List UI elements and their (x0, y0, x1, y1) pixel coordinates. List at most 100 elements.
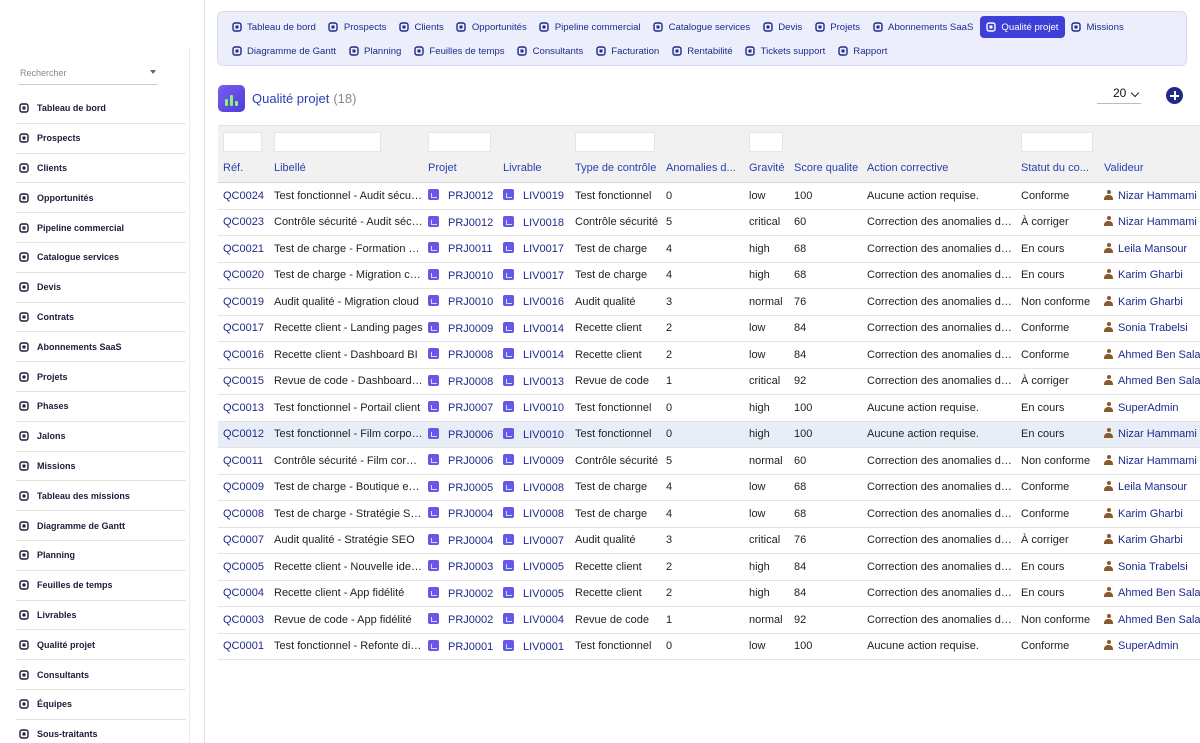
column-header[interactable]: Action corrective (862, 153, 1016, 183)
livrable-link[interactable]: LIV0014 (503, 321, 564, 335)
projet-link[interactable]: PRJ0006 (428, 454, 493, 467)
sidebar-item-gantt[interactable]: Diagramme de Gantt (16, 511, 186, 541)
projet-link[interactable]: PRJ0002 (428, 586, 493, 600)
column-header[interactable]: Anomalies d... (661, 153, 744, 183)
valideur-link[interactable]: Nizar Hammami (1104, 428, 1197, 440)
ref-link[interactable]: QC0016 (223, 349, 264, 361)
livrable-link[interactable]: LIV0013 (503, 374, 564, 388)
table-row[interactable]: QC0011 Contrôle sécurité - Film corporate… (218, 447, 1200, 475)
projet-link[interactable]: PRJ0012 (428, 189, 493, 202)
nav-item-pie-chart[interactable]: Rapport (832, 40, 894, 62)
projet-link[interactable]: PRJ0006 (428, 427, 493, 441)
ref-link[interactable]: QC0005 (223, 561, 264, 573)
nav-item-invoice[interactable]: Facturation (590, 40, 666, 62)
nav-item-file[interactable]: Devis (757, 16, 809, 38)
caret-down-icon[interactable] (150, 70, 156, 74)
sidebar-item-id-card[interactable]: Clients (16, 154, 186, 184)
projet-link[interactable]: PRJ0004 (428, 533, 493, 547)
nav-item-calendar[interactable]: Planning (343, 40, 408, 62)
sidebar-item-box[interactable]: Livrables (16, 601, 186, 631)
column-header[interactable]: Type de contrôle (570, 153, 661, 183)
projet-link[interactable]: PRJ0010 (428, 295, 493, 308)
column-header[interactable]: Projet (423, 153, 498, 183)
valideur-link[interactable]: Ahmed Ben Salah (1104, 348, 1200, 361)
nav-item-clock[interactable]: Feuilles de temps (408, 40, 511, 62)
sidebar-item-target[interactable]: Opportunités (16, 183, 186, 214)
table-row[interactable]: QC0004 Recette client - App fidélité PRJ00… (218, 580, 1200, 607)
valideur-link[interactable]: SuperAdmin (1104, 640, 1179, 652)
nav-item-list[interactable]: Missions (1065, 16, 1130, 38)
livrable-link[interactable]: LIV0005 (503, 586, 564, 600)
livrable-link[interactable]: LIV0009 (503, 454, 564, 467)
valideur-link[interactable]: Ahmed Ben Salah (1104, 375, 1200, 387)
sidebar-item-dashboard[interactable]: Tableau de bord (16, 94, 186, 124)
ref-link[interactable]: QC0008 (223, 508, 264, 520)
column-header[interactable]: Réf. (218, 153, 269, 183)
ref-link[interactable]: QC0007 (223, 534, 264, 546)
nav-item-lifebuoy[interactable]: Tickets support (740, 40, 833, 62)
sidebar-item-list[interactable]: Missions (16, 452, 186, 482)
sidebar-item-sync[interactable]: Abonnements SaaS (16, 332, 186, 363)
ref-link[interactable]: QC0024 (223, 190, 264, 202)
sidebar-item-flag[interactable]: Jalons (16, 422, 186, 452)
valideur-link[interactable]: SuperAdmin (1104, 401, 1179, 414)
valideur-link[interactable]: Nizar Hammami (1104, 454, 1197, 467)
ref-link[interactable]: QC0001 (223, 640, 264, 652)
projet-link[interactable]: PRJ0001 (428, 639, 493, 653)
projet-link[interactable]: PRJ0003 (428, 560, 493, 573)
sidebar-item-tags[interactable]: Catalogue services (16, 243, 186, 273)
ref-link[interactable]: QC0021 (223, 243, 264, 255)
filter-projet-input[interactable] (428, 131, 491, 152)
sidebar-item-clock[interactable]: Feuilles de temps (16, 571, 186, 601)
projet-link[interactable]: PRJ0012 (428, 215, 493, 229)
table-row[interactable]: QC0013 Test fonctionnel - Portail client P… (218, 394, 1200, 422)
ref-link[interactable]: QC0013 (223, 402, 264, 414)
nav-item-user-plus[interactable]: Prospects (323, 16, 394, 38)
sidebar-item-contract[interactable]: Contrats (16, 303, 186, 333)
table-row[interactable]: QC0016 Recette client - Dashboard BI PRJ00… (218, 341, 1200, 369)
livrable-link[interactable]: LIV0017 (503, 268, 564, 282)
sidebar-item-user[interactable]: Consultants (16, 660, 186, 690)
table-row[interactable]: QC0009 Test de charge - Boutique en ligne… (218, 474, 1200, 501)
sidebar-item-clipboard-check[interactable]: Qualité projet (16, 630, 186, 661)
column-header[interactable]: Gravité (744, 153, 789, 183)
sidebar-item-user-plus[interactable]: Prospects (16, 124, 186, 154)
projet-link[interactable]: PRJ0007 (428, 401, 493, 414)
valideur-link[interactable]: Karim Gharbi (1104, 507, 1183, 520)
table-row[interactable]: QC0005 Recette client - Nouvelle identité… (218, 553, 1200, 581)
sidebar-item-layers[interactable]: Phases (16, 392, 186, 422)
valideur-link[interactable]: Ahmed Ben Salah (1104, 587, 1200, 599)
column-header[interactable]: Livrable (498, 153, 570, 183)
sidebar-item-calendar[interactable]: Planning (16, 541, 186, 571)
livrable-link[interactable]: LIV0005 (503, 560, 564, 573)
table-row[interactable]: QC0017 Recette client - Landing pages PRJ0… (218, 315, 1200, 342)
livrable-link[interactable]: LIV0004 (503, 613, 564, 626)
livrable-link[interactable]: LIV0001 (503, 639, 564, 653)
nav-item-id-card[interactable]: Clients (393, 16, 450, 38)
sidebar-item-board[interactable]: Tableau des missions (16, 481, 186, 512)
filter-ref-input[interactable] (223, 131, 262, 152)
valideur-link[interactable]: Karim Gharbi (1104, 269, 1183, 281)
sidebar-item-users[interactable]: Équipes (16, 690, 186, 720)
livrable-link[interactable]: LIV0016 (503, 295, 564, 308)
table-row[interactable]: QC0007 Audit qualité - Stratégie SEO PRJ00… (218, 527, 1200, 554)
table-row[interactable]: QC0023 Contrôle sécurité - Audit sécurité… (218, 209, 1200, 236)
column-header[interactable]: Statut du co... (1016, 153, 1099, 183)
valideur-link[interactable]: Sonia Trabelsi (1104, 560, 1188, 573)
projet-link[interactable]: PRJ0008 (428, 348, 493, 361)
ref-link[interactable]: QC0020 (223, 269, 264, 281)
livrable-link[interactable]: LIV0010 (503, 427, 564, 441)
projet-link[interactable]: PRJ0011 (428, 242, 492, 255)
valideur-link[interactable]: Nizar Hammami (1104, 216, 1197, 228)
projet-link[interactable]: PRJ0008 (428, 374, 493, 388)
valideur-link[interactable]: Ahmed Ben Salah (1104, 613, 1200, 626)
ref-link[interactable]: QC0011 (223, 455, 263, 467)
valideur-link[interactable]: Leila Mansour (1104, 242, 1187, 255)
livrable-link[interactable]: LIV0007 (503, 533, 564, 547)
nav-item-clipboard-check[interactable]: Qualité projet (980, 16, 1066, 38)
livrable-link[interactable]: LIV0010 (503, 401, 564, 414)
ref-link[interactable]: QC0019 (223, 296, 264, 308)
projet-link[interactable]: PRJ0009 (428, 321, 493, 335)
livrable-link[interactable]: LIV0019 (503, 189, 564, 202)
sidebar-search-select[interactable]: Rechercher (18, 65, 158, 85)
